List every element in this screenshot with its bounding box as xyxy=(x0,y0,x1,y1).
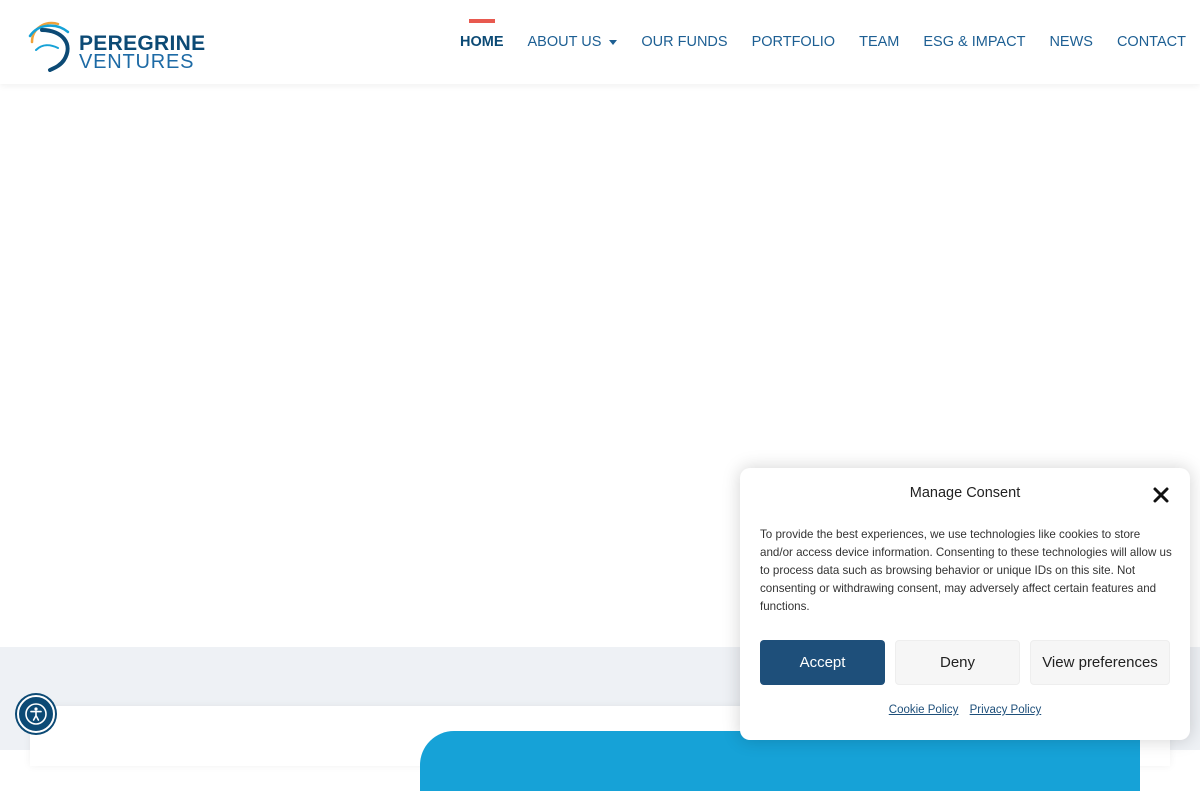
nav-news[interactable]: NEWS xyxy=(1037,0,1105,84)
nav-contact[interactable]: CONTACT xyxy=(1105,0,1198,84)
consent-title: Manage Consent xyxy=(909,485,1021,501)
peregrine-logo-icon xyxy=(28,21,70,72)
nav-home[interactable]: HOME xyxy=(448,0,516,84)
accessibility-icon xyxy=(25,703,47,725)
accessibility-button[interactable] xyxy=(17,695,55,733)
blue-banner xyxy=(420,731,1140,791)
nav-about-us[interactable]: ABOUT US xyxy=(516,0,630,84)
caret-down-icon xyxy=(609,39,618,45)
close-icon[interactable] xyxy=(1150,484,1172,506)
site-logo[interactable]: PEREGRINE VENTURES xyxy=(28,14,205,73)
nav-esg-impact[interactable]: ESG & IMPACT xyxy=(911,0,1037,84)
accept-button[interactable]: Accept xyxy=(760,640,885,685)
privacy-policy-link[interactable]: Privacy Policy xyxy=(970,704,1042,716)
deny-button[interactable]: Deny xyxy=(895,640,1020,685)
logo-text-ventures: VENTURES xyxy=(79,51,195,73)
nav-our-funds[interactable]: OUR FUNDS xyxy=(629,0,739,84)
site-header: PEREGRINE VENTURES HOME ABOUT US OUR FUN… xyxy=(0,0,1200,84)
nav-team[interactable]: TEAM xyxy=(847,0,911,84)
nav-portfolio[interactable]: PORTFOLIO xyxy=(740,0,848,84)
nav-about-us-label: ABOUT US xyxy=(527,34,602,50)
consent-actions: Accept Deny View preferences xyxy=(760,640,1170,685)
main-nav: HOME ABOUT US OUR FUNDS PORTFOLIO TEAM E… xyxy=(448,0,1198,84)
cookie-policy-link[interactable]: Cookie Policy xyxy=(889,704,959,716)
consent-dialog: Manage Consent To provide the best exper… xyxy=(740,468,1190,740)
consent-message: To provide the best experiences, we use … xyxy=(760,528,1172,613)
view-preferences-button[interactable]: View preferences xyxy=(1030,640,1170,685)
consent-links: Cookie Policy Privacy Policy xyxy=(740,704,1190,716)
